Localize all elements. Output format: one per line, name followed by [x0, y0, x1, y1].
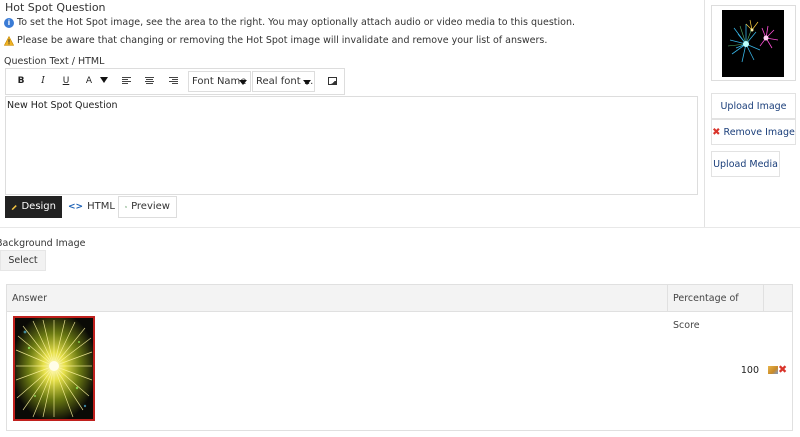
align-left-button[interactable] — [116, 72, 136, 91]
align-right-icon — [168, 77, 178, 85]
upload-media-label: Upload Media — [713, 158, 778, 170]
answers-table: Answer Percentage of Score 100 ✖ — [6, 284, 793, 431]
tab-design-label: Design — [21, 201, 56, 212]
section-divider — [0, 227, 800, 228]
code-icon: <> — [68, 202, 84, 212]
image-icon — [327, 77, 337, 85]
insert-image-button[interactable] — [322, 72, 342, 91]
font-color-button[interactable]: A — [80, 72, 98, 91]
tab-preview-label: Preview — [131, 201, 170, 212]
bold-button[interactable]: B — [11, 72, 31, 91]
percentage-column-header: Percentage of Score — [668, 285, 764, 331]
upload-image-button[interactable]: Upload Image — [711, 93, 796, 119]
remove-image-button[interactable]: ✖ Remove Image — [711, 119, 796, 145]
question-text-label: Question Text / HTML — [4, 56, 105, 67]
warning-icon — [3, 35, 15, 46]
magnifier-icon — [125, 206, 127, 208]
align-right-button[interactable] — [163, 72, 183, 91]
page-title: Hot Spot Question — [5, 1, 106, 14]
warning-note: Please be aware that changing or removin… — [3, 35, 548, 46]
align-left-icon — [121, 77, 131, 85]
edit-icon[interactable] — [768, 366, 778, 374]
tab-preview[interactable]: Preview — [118, 196, 177, 218]
warning-note-text: Please be aware that changing or removin… — [17, 35, 548, 46]
chevron-down-icon — [303, 80, 311, 85]
close-icon: ✖ — [712, 126, 721, 138]
question-text: New Hot Spot Question — [7, 100, 118, 111]
upload-image-label: Upload Image — [720, 100, 787, 112]
percentage-value: 100 — [740, 365, 759, 376]
tab-html-label: HTML — [87, 201, 115, 212]
align-center-icon — [144, 77, 154, 85]
answer-column-header: Answer — [7, 285, 668, 312]
font-name-select[interactable]: Font Name — [188, 71, 251, 92]
editor-toolbar: B I U A Font Name Real font ... — [5, 68, 345, 95]
hotspot-answer-region[interactable] — [13, 316, 95, 421]
info-note-text: To set the Hot Spot image, see the area … — [17, 17, 576, 28]
table-header: Answer Percentage of Score — [7, 285, 792, 331]
background-image-label: Background Image — [0, 238, 86, 249]
tab-html[interactable]: <> HTML — [62, 196, 118, 218]
italic-button[interactable]: I — [33, 72, 53, 91]
pencil-icon — [11, 204, 17, 210]
chevron-down-icon — [239, 80, 247, 85]
remove-image-label: Remove Image — [723, 126, 795, 138]
upload-media-button[interactable]: Upload Media — [711, 151, 780, 177]
align-center-button[interactable] — [139, 72, 159, 91]
delete-icon[interactable]: ✖ — [778, 363, 787, 376]
actions-column-header — [764, 285, 792, 312]
info-icon: i — [4, 17, 14, 28]
font-size-select[interactable]: Real font ... — [252, 71, 315, 92]
font-color-dropdown-icon[interactable] — [98, 72, 110, 91]
hotspot-thumbnail — [722, 10, 784, 77]
info-note: i To set the Hot Spot image, see the are… — [4, 17, 575, 28]
hotspot-thumbnail-frame — [711, 5, 796, 81]
underline-button[interactable]: U — [56, 72, 76, 91]
tab-design[interactable]: Design — [5, 196, 62, 218]
question-editor[interactable]: New Hot Spot Question — [5, 96, 698, 195]
select-background-button[interactable]: Select — [0, 250, 46, 271]
